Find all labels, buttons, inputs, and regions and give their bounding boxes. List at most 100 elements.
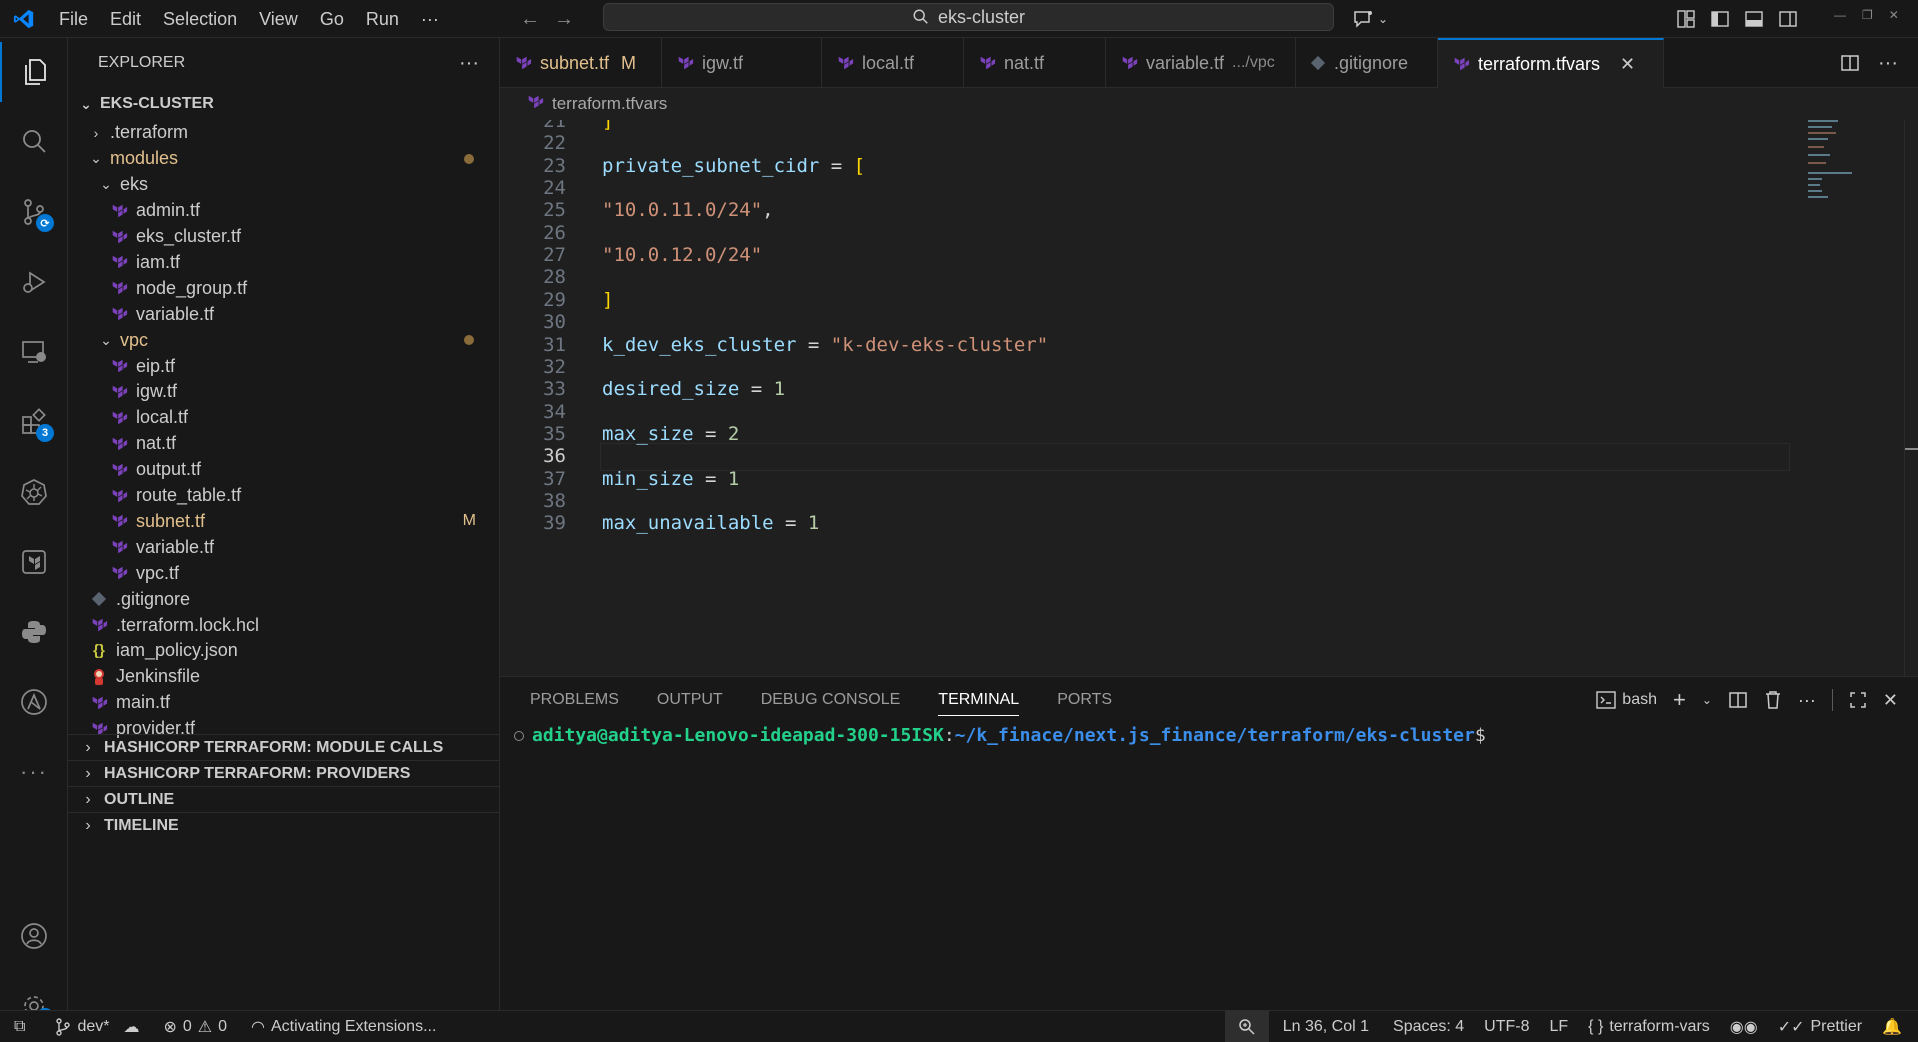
minimize-icon[interactable]: — (1834, 8, 1846, 22)
tree-item[interactable]: node_group.tf (68, 275, 500, 301)
breadcrumb-file[interactable]: terraform.tfvars (552, 94, 667, 114)
tree-item[interactable]: route_table.tf (68, 483, 500, 509)
tree-item[interactable]: ⌄ eks (68, 172, 500, 198)
tab[interactable]: terraform.tfvars ✕ (1438, 38, 1664, 88)
remote-explorer-activity[interactable] (0, 322, 68, 382)
menu-item-0[interactable]: File (48, 0, 99, 38)
close-panel-icon[interactable]: ✕ (1883, 690, 1898, 711)
panel-tab[interactable]: PROBLEMS (530, 691, 619, 709)
go-back-icon[interactable]: ← (520, 8, 540, 31)
tree-item[interactable]: {} iam_policy.json (68, 638, 500, 664)
maximize-panel-icon[interactable] (1849, 691, 1867, 709)
more-activities[interactable]: ··· (0, 742, 68, 802)
menu-item-4[interactable]: Go (309, 0, 355, 38)
menu-item-1[interactable]: Edit (99, 0, 152, 38)
tree-item[interactable]: › .terraform (68, 120, 500, 146)
tree-item[interactable]: subnet.tf M (68, 509, 500, 535)
extensions-activity[interactable]: 3 (0, 392, 68, 452)
panel-tab[interactable]: OUTPUT (657, 691, 723, 709)
tab[interactable]: subnet.tf M (500, 38, 662, 88)
tree-item[interactable]: ⌄ vpc (68, 327, 500, 353)
kubernetes-activity[interactable] (0, 462, 68, 522)
more-actions-icon[interactable]: ··· (1878, 52, 1898, 75)
split-terminal-icon[interactable] (1728, 690, 1748, 710)
search-activity[interactable] (0, 112, 68, 172)
sidebar-section-header[interactable]: › OUTLINE (68, 786, 500, 812)
close-window-icon[interactable]: ✕ (1889, 8, 1899, 22)
indentation[interactable]: Spaces: 4 (1383, 1011, 1474, 1042)
terminal-prompt[interactable]: aditya@aditya-Lenovo-ideapad-300-15ISK:~… (514, 725, 1486, 746)
command-center-search[interactable]: eks-cluster (603, 3, 1334, 31)
tree-item[interactable]: .terraform.lock.hcl (68, 612, 500, 638)
ansible-activity[interactable] (0, 672, 68, 732)
tab[interactable]: variable.tf .../vpc (1106, 38, 1296, 88)
panel-tab[interactable]: PORTS (1057, 691, 1112, 709)
problems-indicator[interactable]: ⊗ 0 ⚠ 0 (149, 1011, 237, 1042)
terminal-shell-selector[interactable]: bash (1596, 691, 1657, 709)
terraform-activity[interactable] (0, 532, 68, 592)
toggle-secondary-sidebar-icon[interactable] (1778, 9, 1798, 29)
code-editor[interactable]: 21] 22 23 private_subnet_cidr = [24 25 "10.0.… (500, 120, 1918, 676)
more-actions-icon[interactable]: ··· (1798, 690, 1816, 711)
notifications[interactable]: 🔔 (1872, 1011, 1918, 1042)
panel-tab[interactable]: TERMINAL (938, 691, 1020, 716)
tab[interactable]: igw.tf (662, 38, 822, 88)
workspace-root[interactable]: ⌄ EKS-CLUSTER (68, 88, 500, 120)
new-terminal-icon[interactable]: + (1673, 687, 1686, 713)
copilot-chat-button[interactable]: ⌄ (1352, 5, 1388, 33)
editor-scrollbar[interactable] (1904, 120, 1918, 676)
menu-item-2[interactable]: Selection (152, 0, 248, 38)
tab[interactable]: .gitignore (1296, 38, 1438, 88)
tab[interactable]: nat.tf (964, 38, 1106, 88)
tree-item[interactable]: output.tf (68, 457, 500, 483)
tree-item[interactable]: admin.tf (68, 198, 500, 224)
tree-item[interactable]: eip.tf (68, 353, 500, 379)
menu-item-6[interactable]: ··· (410, 0, 450, 38)
tree-item[interactable]: ⌄ modules (68, 146, 500, 172)
sidebar-section-header[interactable]: › HASHICORP TERRAFORM: MODULE CALLS (68, 734, 500, 760)
python-activity[interactable] (0, 602, 68, 662)
copilot-status[interactable]: ◉◉ (1720, 1011, 1768, 1042)
tree-item[interactable]: vpc.tf (68, 560, 500, 586)
close-tab-icon[interactable]: ✕ (1620, 54, 1635, 75)
menu-item-5[interactable]: Run (355, 0, 410, 38)
encoding[interactable]: UTF-8 (1474, 1011, 1539, 1042)
end-of-line[interactable]: LF (1540, 1011, 1579, 1042)
language-mode[interactable]: { } terraform-vars (1578, 1011, 1720, 1042)
tree-item[interactable]: .gitignore (68, 586, 500, 612)
run-debug-activity[interactable] (0, 252, 68, 312)
chevron-down-icon[interactable]: ⌄ (1702, 693, 1712, 707)
customize-layout-icon[interactable] (1676, 9, 1696, 29)
toggle-primary-sidebar-icon[interactable] (1710, 9, 1730, 29)
branch-indicator[interactable]: dev* ☁ (45, 1011, 149, 1042)
remote-indicator[interactable]: ⧉ (0, 1011, 45, 1042)
minimap[interactable] (1808, 120, 1888, 220)
tree-item[interactable]: local.tf (68, 405, 500, 431)
split-editor-icon[interactable] (1840, 53, 1860, 73)
source-control-activity[interactable]: ⟳ (0, 182, 68, 242)
tree-item[interactable]: eks_cluster.tf (68, 224, 500, 250)
tab[interactable]: local.tf (822, 38, 964, 88)
sidebar-section-header[interactable]: › TIMELINE (68, 812, 500, 838)
prettier-status[interactable]: ✓✓ Prettier (1768, 1011, 1872, 1042)
toggle-panel-icon[interactable] (1744, 9, 1764, 29)
more-actions-icon[interactable]: ··· (459, 52, 479, 75)
tree-item[interactable]: nat.tf (68, 431, 500, 457)
cursor-position[interactable]: Ln 36, Col 1 (1269, 1011, 1383, 1042)
menu-item-3[interactable]: View (248, 0, 309, 38)
tree-item[interactable]: igw.tf (68, 379, 500, 405)
accounts-activity[interactable] (0, 906, 68, 966)
tree-item[interactable]: Jenkinsfile (68, 664, 500, 690)
zoom-indicator[interactable] (1224, 1011, 1269, 1042)
go-forward-icon[interactable]: → (554, 8, 574, 31)
cloud-sync-icon[interactable]: ☁ (123, 1017, 139, 1037)
tree-item[interactable]: variable.tf (68, 301, 500, 327)
sidebar-section-header[interactable]: › HASHICORP TERRAFORM: PROVIDERS (68, 760, 500, 786)
explorer-activity[interactable] (0, 42, 68, 102)
restore-icon[interactable]: ❐ (1862, 8, 1873, 22)
tree-item[interactable]: main.tf (68, 690, 500, 716)
tree-item[interactable]: iam.tf (68, 250, 500, 276)
tree-item[interactable]: variable.tf (68, 534, 500, 560)
trash-icon[interactable] (1764, 690, 1782, 710)
panel-tab[interactable]: DEBUG CONSOLE (761, 691, 901, 709)
